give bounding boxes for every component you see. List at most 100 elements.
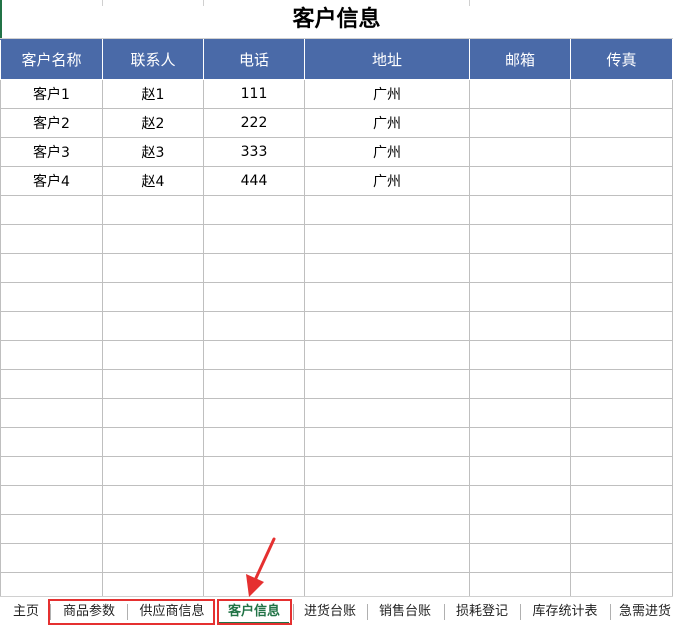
- cell-email[interactable]: [469, 398, 571, 428]
- cell-address[interactable]: [304, 572, 470, 596]
- cell-address[interactable]: [304, 311, 470, 341]
- cell-address[interactable]: [304, 282, 470, 312]
- cell-address[interactable]: [304, 369, 470, 399]
- cell-contact[interactable]: [102, 398, 204, 428]
- column-header-fax[interactable]: 传真: [570, 39, 673, 80]
- cell-phone[interactable]: [203, 311, 305, 341]
- cell-fax[interactable]: [570, 224, 673, 254]
- cell-fax[interactable]: [570, 485, 673, 515]
- worksheet[interactable]: 客户信息 客户名称 联系人 电话 地址 邮箱 传真 客户1 赵1 111 广州 客户2 赵…: [0, 0, 673, 596]
- cell-customer-name[interactable]: [0, 282, 103, 312]
- cell-email[interactable]: [469, 224, 571, 254]
- cell-contact[interactable]: [102, 369, 204, 399]
- cell-customer-name[interactable]: [0, 311, 103, 341]
- cell-email[interactable]: [469, 253, 571, 283]
- cell-email[interactable]: [469, 427, 571, 457]
- cell-phone[interactable]: [203, 195, 305, 225]
- cell-customer-name[interactable]: [0, 456, 103, 486]
- cell-fax[interactable]: [570, 282, 673, 312]
- cell-email[interactable]: [469, 282, 571, 312]
- column-header-email[interactable]: 邮箱: [469, 39, 571, 80]
- cell-email[interactable]: [469, 340, 571, 370]
- cell-email[interactable]: [469, 369, 571, 399]
- cell-customer-name[interactable]: 客户2: [0, 108, 103, 138]
- cell-email[interactable]: [469, 79, 571, 109]
- cell-fax[interactable]: [570, 108, 673, 138]
- column-header-address[interactable]: 地址: [304, 39, 470, 80]
- sheet-title[interactable]: 客户信息: [0, 0, 673, 38]
- cell-phone[interactable]: [203, 282, 305, 312]
- cell-contact[interactable]: 赵4: [102, 166, 204, 196]
- column-header-contact[interactable]: 联系人: [102, 39, 204, 80]
- cell-email[interactable]: [469, 108, 571, 138]
- tab-urgent-restock[interactable]: 急需进货: [613, 600, 673, 624]
- tab-home[interactable]: 主页: [4, 600, 48, 624]
- cell-phone[interactable]: [203, 427, 305, 457]
- cell-customer-name[interactable]: [0, 340, 103, 370]
- cell-phone[interactable]: [203, 224, 305, 254]
- cell-fax[interactable]: [570, 456, 673, 486]
- cell-address[interactable]: [304, 253, 470, 283]
- cell-customer-name[interactable]: [0, 369, 103, 399]
- column-header-customer-name[interactable]: 客户名称: [0, 39, 103, 80]
- cell-fax[interactable]: [570, 311, 673, 341]
- cell-email[interactable]: [469, 514, 571, 544]
- cell-fax[interactable]: [570, 427, 673, 457]
- cell-customer-name[interactable]: [0, 427, 103, 457]
- cell-email[interactable]: [469, 137, 571, 167]
- cell-fax[interactable]: [570, 137, 673, 167]
- cell-phone[interactable]: 444: [203, 166, 305, 196]
- cell-fax[interactable]: [570, 340, 673, 370]
- cell-customer-name[interactable]: [0, 253, 103, 283]
- cell-contact[interactable]: 赵1: [102, 79, 204, 109]
- cell-phone[interactable]: 333: [203, 137, 305, 167]
- cell-contact[interactable]: [102, 572, 204, 596]
- cell-address[interactable]: [304, 195, 470, 225]
- cell-email[interactable]: [469, 311, 571, 341]
- cell-phone[interactable]: [203, 340, 305, 370]
- tab-purchase-ledger[interactable]: 进货台账: [296, 600, 364, 624]
- cell-customer-name[interactable]: [0, 398, 103, 428]
- cell-customer-name[interactable]: [0, 195, 103, 225]
- tab-sales-ledger[interactable]: 销售台账: [370, 600, 440, 624]
- cell-address[interactable]: [304, 543, 470, 573]
- title-row[interactable]: 客户信息: [0, 0, 673, 39]
- cell-email[interactable]: [469, 195, 571, 225]
- cell-fax[interactable]: [570, 543, 673, 573]
- cell-customer-name[interactable]: [0, 514, 103, 544]
- cell-address[interactable]: 广州: [304, 166, 470, 196]
- cell-contact[interactable]: [102, 253, 204, 283]
- cell-customer-name[interactable]: 客户3: [0, 137, 103, 167]
- tab-inventory-stats[interactable]: 库存统计表: [523, 600, 607, 624]
- cell-contact[interactable]: [102, 427, 204, 457]
- cell-email[interactable]: [469, 485, 571, 515]
- cell-fax[interactable]: [570, 398, 673, 428]
- cell-fax[interactable]: [570, 572, 673, 596]
- cell-email[interactable]: [469, 166, 571, 196]
- cell-address[interactable]: [304, 340, 470, 370]
- cell-contact[interactable]: [102, 514, 204, 544]
- cell-phone[interactable]: [203, 253, 305, 283]
- cell-phone[interactable]: [203, 369, 305, 399]
- cell-email[interactable]: [469, 456, 571, 486]
- cell-contact[interactable]: [102, 543, 204, 573]
- cell-fax[interactable]: [570, 369, 673, 399]
- cell-phone[interactable]: 222: [203, 108, 305, 138]
- cell-customer-name[interactable]: [0, 543, 103, 573]
- tab-loss-register[interactable]: 损耗登记: [447, 600, 517, 624]
- cell-address[interactable]: [304, 485, 470, 515]
- cell-customer-name[interactable]: 客户4: [0, 166, 103, 196]
- cell-customer-name[interactable]: [0, 224, 103, 254]
- cell-email[interactable]: [469, 543, 571, 573]
- cell-contact[interactable]: [102, 282, 204, 312]
- cell-address[interactable]: [304, 224, 470, 254]
- cell-address[interactable]: [304, 456, 470, 486]
- cell-address[interactable]: [304, 514, 470, 544]
- cell-fax[interactable]: [570, 253, 673, 283]
- cell-fax[interactable]: [570, 166, 673, 196]
- cell-address[interactable]: 广州: [304, 108, 470, 138]
- cell-customer-name[interactable]: [0, 572, 103, 596]
- cell-contact[interactable]: [102, 340, 204, 370]
- cell-phone[interactable]: [203, 398, 305, 428]
- cell-fax[interactable]: [570, 79, 673, 109]
